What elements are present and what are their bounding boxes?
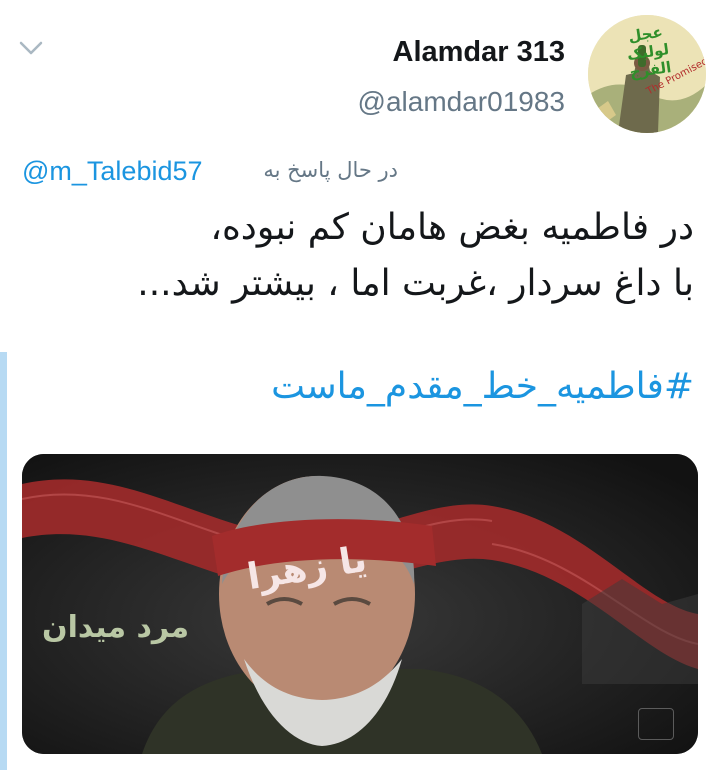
thread-line (0, 352, 7, 770)
chevron-down-icon[interactable] (18, 40, 44, 56)
reply-to-handle[interactable]: @m_Talebid57 (22, 156, 203, 187)
reply-prefix: در حال پاسخ به (263, 158, 398, 182)
tweet-text-line: در فاطمیه بغض هامان کم نبوده، (210, 207, 694, 248)
author-handle[interactable]: @alamdar01983 (358, 86, 565, 118)
author-name[interactable]: Alamdar 313 (393, 36, 566, 69)
tweet-media[interactable]: یا زهرا مرد میدان (22, 454, 698, 754)
hashtag-link[interactable]: #فاطمیه_خط_مقدم_ماست (271, 366, 694, 407)
watermark-logo (638, 708, 674, 740)
tweet-text-line: با داغ سردار ،غربت اما ، بیشتر شد... (137, 263, 694, 304)
tweet-text: در فاطمیه بغض هامان کم نبوده، با داغ سرد… (54, 200, 694, 312)
avatar[interactable]: عجل لولیک الفرج The Promised Saviour (588, 15, 706, 133)
poster-title: مرد میدان (42, 610, 190, 645)
